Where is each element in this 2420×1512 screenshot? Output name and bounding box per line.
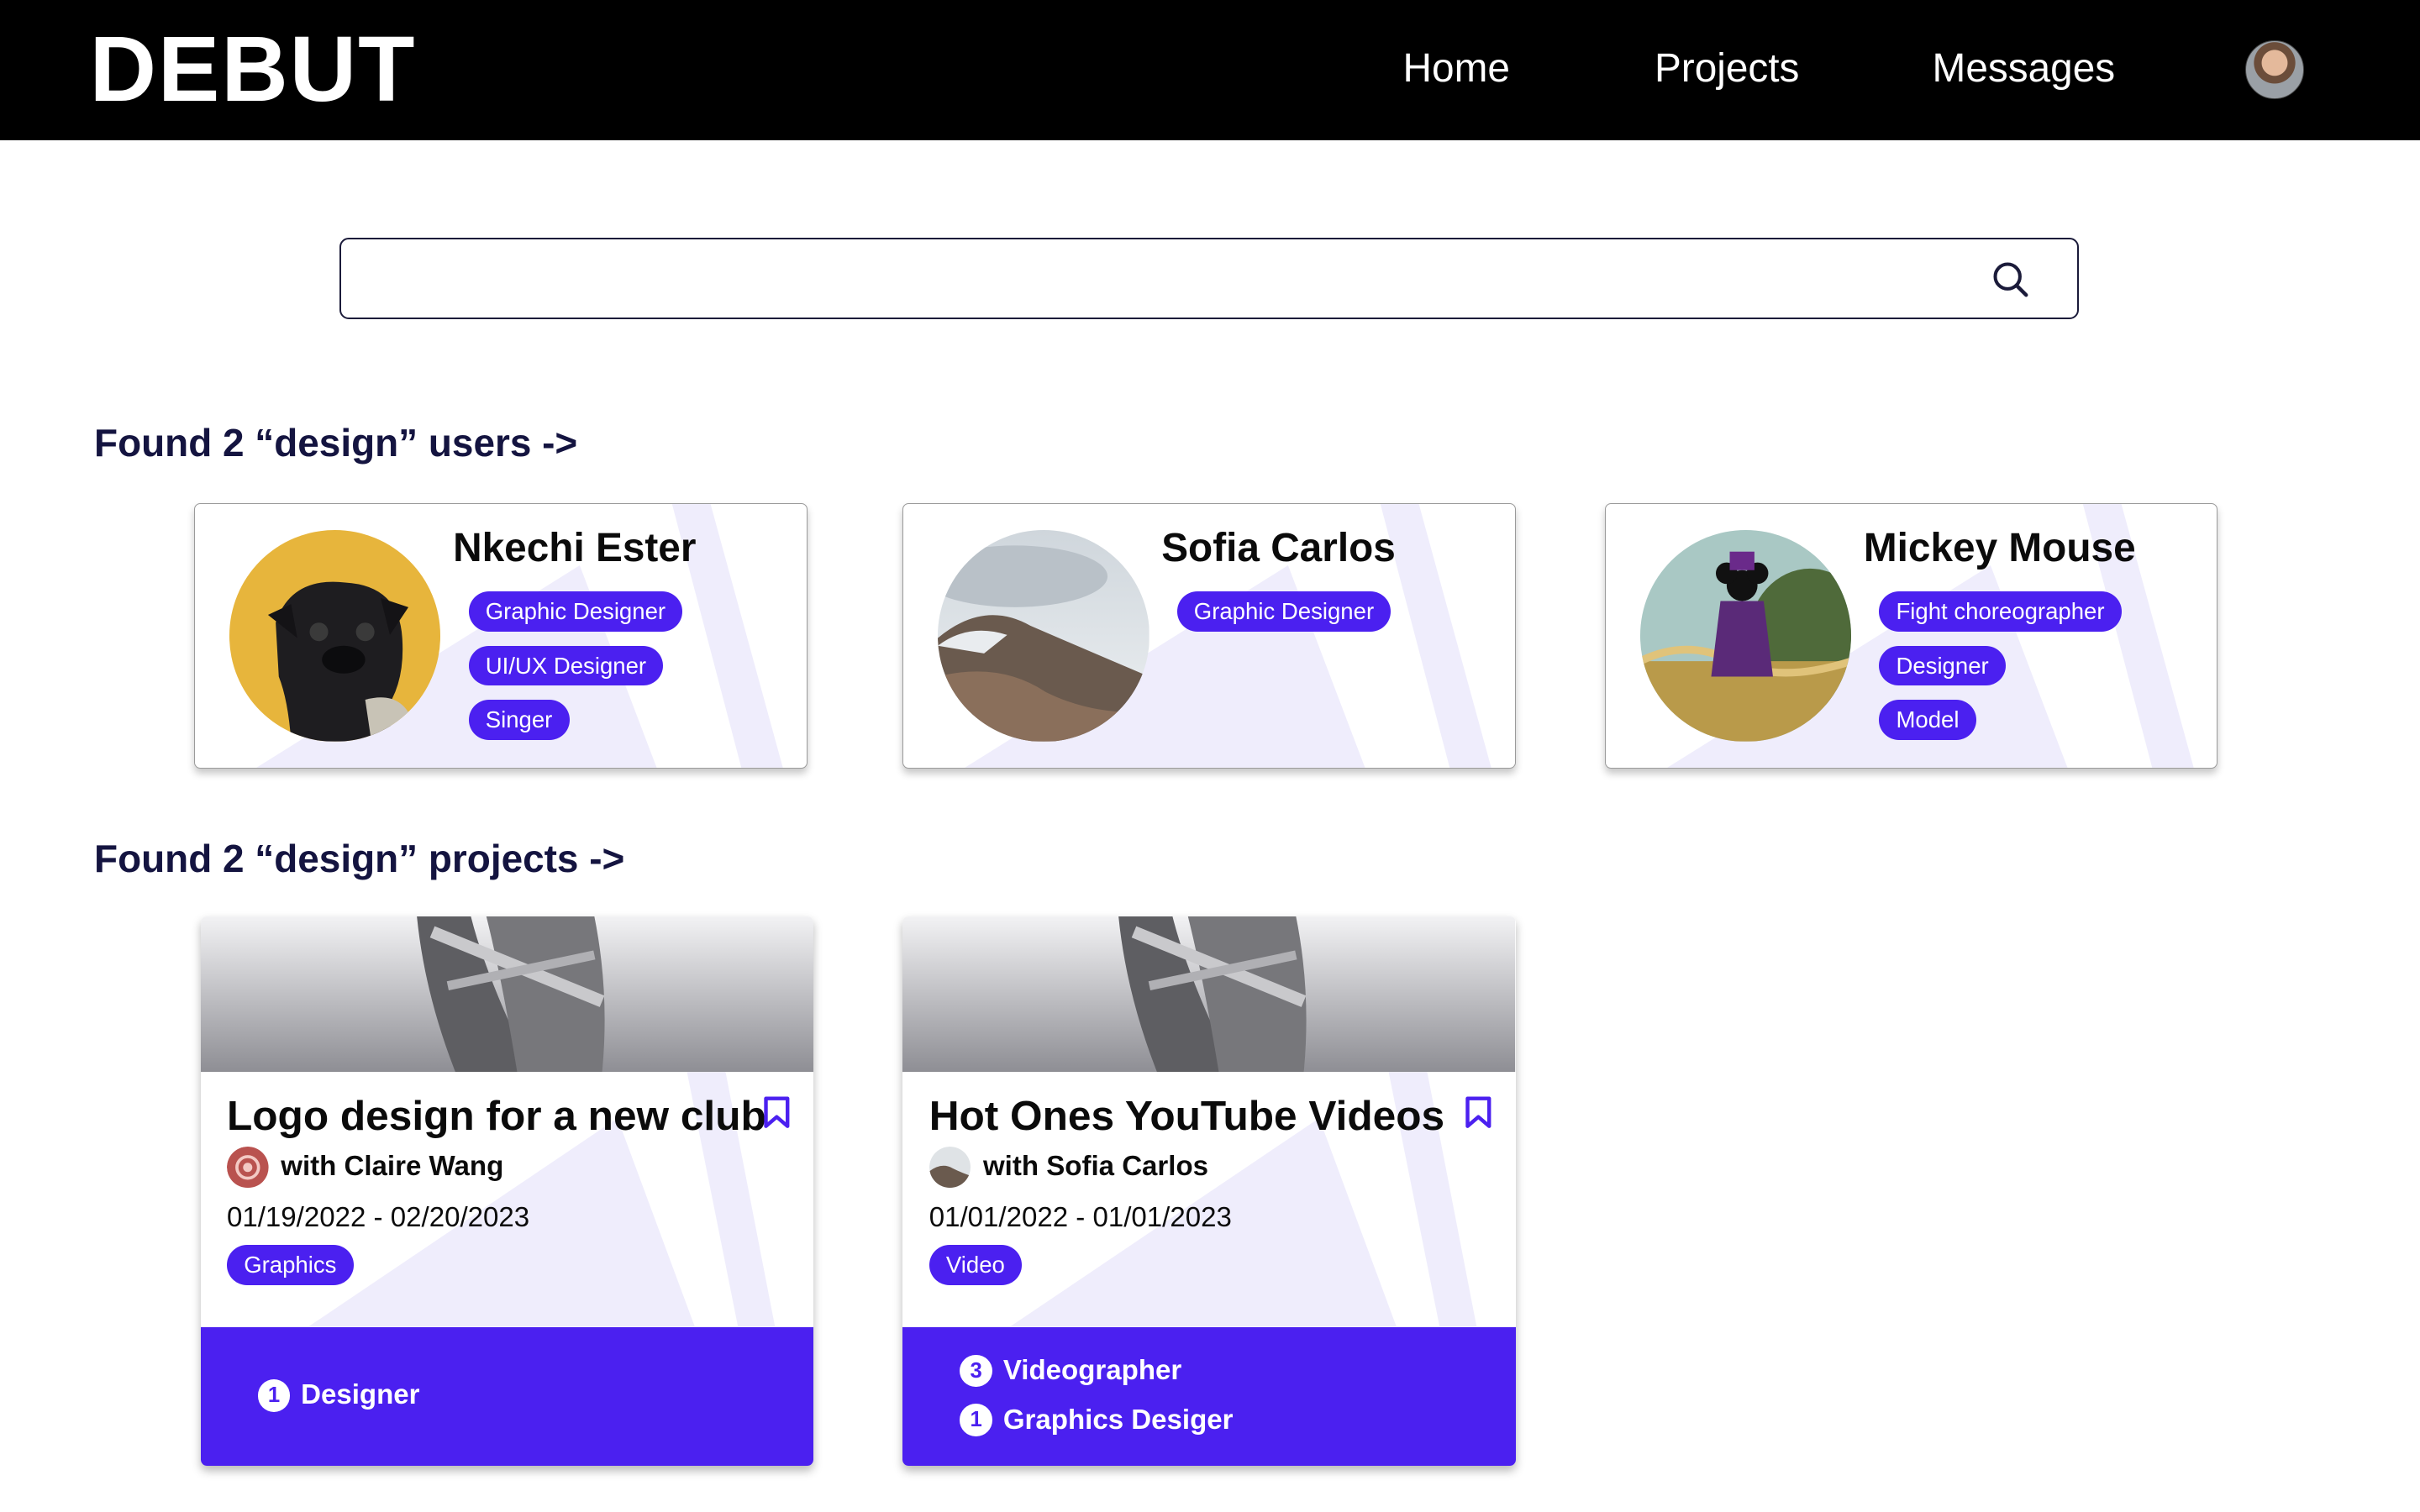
user-name[interactable]: Nkechi Ester	[453, 525, 696, 571]
user-card[interactable]: Sofia Carlos Graphic Designer	[902, 502, 1516, 769]
bookmark-icon[interactable]	[1463, 1095, 1494, 1129]
skill-tag[interactable]: UI/UX Designer	[468, 645, 664, 686]
nav-home-link[interactable]: Home	[1403, 43, 1510, 95]
project-card[interactable]: Hot Ones YouTube Videos with Sofia Carlo…	[902, 916, 1516, 1466]
user-photo	[229, 529, 441, 742]
user-photo	[937, 529, 1150, 742]
role-count-badge: 1	[960, 1404, 992, 1436]
role-label: Graphics Desiger	[1002, 1404, 1234, 1436]
nav-messages-link[interactable]: Messages	[1933, 43, 2116, 95]
open-roles-panel: 3 Videographer 1 Graphics Desiger	[902, 1326, 1516, 1466]
collaborator-info: with Sofia Carlos	[929, 1146, 1208, 1189]
bookmark-icon[interactable]	[761, 1095, 792, 1129]
nav-projects-link[interactable]: Projects	[1655, 43, 1800, 95]
skill-tag[interactable]: Model	[1879, 699, 1976, 740]
user-card[interactable]: Mickey Mouse Fight choreographer Designe…	[1605, 502, 2218, 769]
projects-section-title: Found 2 “design” projects ->	[94, 837, 625, 881]
collaborator-info: with Claire Wang	[226, 1146, 503, 1189]
skill-tag[interactable]: Fight choreographer	[1879, 591, 2122, 633]
role-item[interactable]: 1 Graphics Desiger	[960, 1404, 1234, 1436]
users-section-title: Found 2 “design” users ->	[94, 420, 578, 465]
project-dates: 01/01/2022 - 01/01/2023	[929, 1201, 1232, 1233]
role-count-badge: 1	[257, 1378, 291, 1412]
collaborator-name[interactable]: with Sofia Carlos	[983, 1151, 1208, 1183]
project-body: Hot Ones YouTube Videos with Sofia Carlo…	[902, 1072, 1515, 1327]
project-cover-image	[200, 916, 813, 1073]
collaborator-avatar	[929, 1146, 971, 1189]
user-name[interactable]: Sofia Carlos	[1161, 525, 1396, 571]
role-label: Designer	[301, 1379, 420, 1411]
open-roles-panel: 1 Designer	[200, 1326, 813, 1466]
search-input[interactable]	[341, 239, 1996, 317]
search-icon[interactable]	[1991, 260, 2031, 300]
user-tags: Fight choreographer Designer Model	[1879, 591, 2122, 753]
project-tag[interactable]: Video	[929, 1245, 1023, 1285]
role-count-badge: 3	[960, 1354, 992, 1388]
project-card[interactable]: Logo design for a new club with Claire W…	[200, 916, 813, 1466]
role-label: Videographer	[1002, 1354, 1182, 1386]
project-dates: 01/19/2022 - 02/20/2023	[226, 1201, 530, 1233]
user-name[interactable]: Mickey Mouse	[1864, 525, 2136, 571]
role-item[interactable]: 3 Videographer	[960, 1354, 1182, 1388]
skill-tag[interactable]: Graphic Designer	[1176, 591, 1392, 633]
skill-tag[interactable]: Graphic Designer	[468, 591, 683, 633]
user-tags: Graphic Designer UI/UX Designer Singer	[468, 591, 683, 753]
top-nav-bar: DEBUT Home Projects Messages	[0, 0, 2420, 141]
project-title[interactable]: Logo design for a new club	[227, 1091, 766, 1140]
search-bar	[339, 237, 2080, 320]
user-avatar[interactable]	[2245, 39, 2305, 99]
skill-tag[interactable]: Singer	[468, 699, 570, 740]
role-item[interactable]: 1 Designer	[257, 1378, 420, 1412]
user-tags: Graphic Designer	[1176, 591, 1392, 645]
project-cover-image	[902, 916, 1516, 1073]
project-title[interactable]: Hot Ones YouTube Videos	[929, 1091, 1444, 1140]
user-card[interactable]: Nkechi Ester Graphic Designer UI/UX Desi…	[194, 502, 808, 769]
app-logo[interactable]: DEBUT	[90, 18, 417, 120]
collaborator-name[interactable]: with Claire Wang	[281, 1151, 503, 1183]
skill-tag[interactable]: Designer	[1879, 645, 2006, 686]
project-body: Logo design for a new club with Claire W…	[201, 1072, 813, 1327]
project-tag[interactable]: Graphics	[226, 1245, 354, 1285]
user-photo	[1639, 529, 1852, 742]
collaborator-avatar	[226, 1146, 269, 1189]
